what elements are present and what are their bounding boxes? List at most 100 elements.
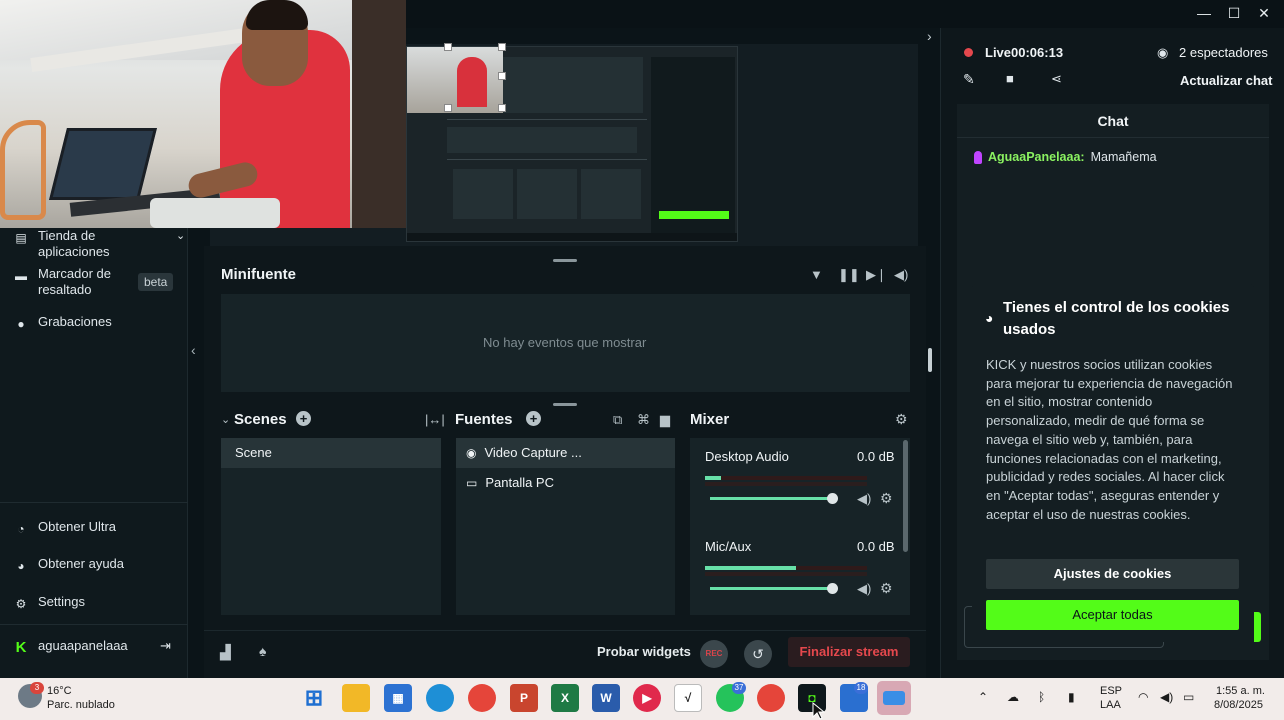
share-icon[interactable]: ⋖: [1051, 71, 1062, 87]
resize-handle[interactable]: [498, 43, 506, 51]
source-item-pantalla-pc[interactable]: ▭ Pantalla PC: [456, 468, 675, 498]
stats-icon[interactable]: ▟: [220, 644, 231, 661]
edge-icon[interactable]: [426, 684, 454, 712]
collapse-sidebar-icon[interactable]: ‹: [191, 342, 196, 358]
excel-icon[interactable]: X: [551, 684, 579, 712]
audio-meter: [705, 482, 867, 486]
camera-icon[interactable]: ■: [1006, 71, 1014, 86]
sidebar-item-help[interactable]: ◕ Obtener ayuda: [14, 556, 124, 573]
volume-icon[interactable]: ◀): [894, 267, 908, 283]
scene-transition-icon[interactable]: |↔|: [425, 412, 445, 427]
close-button[interactable]: ✕: [1252, 4, 1276, 22]
chat-username[interactable]: AguaaPanelaaa:: [988, 150, 1085, 164]
preview-nested-screen: [503, 57, 643, 113]
panel-resize-handle[interactable]: [553, 259, 577, 262]
cloud-icon[interactable]: ☁: [1007, 690, 1019, 704]
word-icon[interactable]: W: [592, 684, 620, 712]
sidebar-user[interactable]: K aguaapanelaaa: [14, 638, 128, 656]
mixer-channel-db: 0.0 dB: [857, 539, 895, 554]
chrome-profile-icon[interactable]: [757, 684, 785, 712]
preview-block: [581, 169, 641, 219]
fuentes-title: Fuentes: [455, 411, 513, 428]
resize-handle[interactable]: [498, 104, 506, 112]
sidebar-item-label: Grabaciones: [38, 314, 112, 329]
speaker-icon[interactable]: ◀): [857, 581, 871, 597]
media-player-icon[interactable]: ▶: [633, 684, 661, 712]
resize-handle[interactable]: [444, 43, 452, 51]
powerpoint-icon[interactable]: P: [510, 684, 538, 712]
language-top[interactable]: ESP: [1100, 684, 1122, 698]
sidebar-item-label: Marcador de resaltado: [38, 266, 111, 297]
store-icon: ▤: [15, 231, 27, 245]
logout-icon[interactable]: ⇥: [160, 638, 171, 654]
sidebar-item-settings[interactable]: ⚙ Settings: [14, 594, 85, 611]
sidebar-item-ultra[interactable]: ◔ Obtener Ultra: [14, 519, 116, 536]
volume-slider[interactable]: [710, 587, 832, 590]
chat-send-button[interactable]: [1254, 612, 1261, 642]
microphone-icon[interactable]: ▮: [1068, 690, 1075, 704]
panel-resize-handle[interactable]: [553, 403, 577, 406]
replay-buffer-icon[interactable]: ↺: [744, 640, 772, 668]
bell-icon[interactable]: ♠: [259, 643, 266, 659]
panel-scroll-handle[interactable]: [928, 348, 932, 372]
sidebar-item-label: Settings: [38, 594, 85, 609]
tray-chevron-up-icon[interactable]: ⌃: [978, 690, 988, 704]
weather-temp[interactable]: 16°C: [47, 684, 72, 698]
channel-gear-icon[interactable]: ⚙: [880, 580, 893, 597]
add-source-icon[interactable]: +: [526, 411, 541, 426]
scene-item[interactable]: Scene: [221, 438, 441, 468]
volume-slider-knob[interactable]: [827, 493, 838, 504]
battery-icon[interactable]: ▭: [1183, 690, 1194, 704]
edit-icon[interactable]: ✎: [963, 71, 975, 88]
skip-icon[interactable]: ▶❘: [866, 267, 887, 283]
mixer-settings-gear-icon[interactable]: ⚙: [895, 411, 908, 428]
test-widgets-button[interactable]: Probar widgets: [597, 644, 691, 659]
speaker-icon[interactable]: ◀): [857, 491, 871, 507]
filter-icon[interactable]: ▼: [810, 267, 823, 282]
store-app-icon[interactable]: ▦: [384, 684, 412, 712]
resize-handle[interactable]: [498, 72, 506, 80]
chat-text: Mamañema: [1090, 150, 1157, 164]
bluetooth-icon[interactable]: ᛒ: [1038, 690, 1045, 704]
minifuente-title: Minifuente: [221, 266, 296, 283]
end-stream-button[interactable]: Finalizar stream: [788, 637, 910, 667]
chevron-down-icon[interactable]: ⌄: [176, 228, 185, 244]
pause-icon[interactable]: ❚❚: [838, 267, 860, 283]
maximize-button[interactable]: ☐: [1222, 4, 1246, 22]
chevron-down-icon[interactable]: ⌄: [221, 413, 230, 426]
cookie-body: KICK y nuestros socios utilizan cookies …: [986, 357, 1233, 522]
resize-handle[interactable]: [444, 104, 452, 112]
collapse-chat-icon[interactable]: ›: [927, 28, 932, 44]
wifi-icon[interactable]: ◠: [1138, 690, 1148, 704]
webcam-feed: [0, 0, 406, 228]
refresh-chat-button[interactable]: Actualizar chat: [1180, 73, 1272, 88]
weather-desc[interactable]: Parc. nublado: [47, 698, 115, 712]
volume-slider-knob[interactable]: [827, 583, 838, 594]
cookie-settings-button[interactable]: Ajustes de cookies: [986, 559, 1239, 589]
add-scene-icon[interactable]: +: [296, 411, 311, 426]
sidebar-item-recordings[interactable]: ● Grabaciones: [14, 314, 112, 331]
file-explorer-icon[interactable]: [342, 684, 370, 712]
zoom-app-icon[interactable]: [877, 681, 911, 715]
minimize-button[interactable]: —: [1192, 4, 1216, 22]
sidebar-item-highlight[interactable]: ▬ Marcador de resaltado: [14, 266, 128, 298]
volume-slider[interactable]: [710, 497, 832, 500]
chrome-icon[interactable]: [468, 684, 496, 712]
source-layout-icon[interactable]: ⧉: [613, 412, 622, 428]
record-button[interactable]: REC: [700, 640, 728, 668]
clock-time[interactable]: 1:55 a. m.: [1216, 684, 1265, 698]
grapher-icon[interactable]: √: [674, 684, 702, 712]
windows-start-icon[interactable]: ⊞: [300, 684, 328, 712]
clock-date[interactable]: 8/08/2025: [1214, 698, 1263, 712]
mixer-scrollbar[interactable]: [903, 440, 908, 552]
sidebar-item-app-store[interactable]: ▤ Tienda de aplicaciones ⌄: [14, 228, 185, 260]
folder-icon[interactable]: ▆: [660, 412, 670, 428]
source-group-icon[interactable]: ⌘: [637, 412, 650, 428]
language-bottom[interactable]: LAA: [1100, 698, 1121, 712]
source-item-video-capture[interactable]: ◉ Video Capture ...: [456, 438, 675, 468]
channel-gear-icon[interactable]: ⚙: [880, 490, 893, 507]
preview-line: [447, 119, 647, 120]
scenes-title: Scenes: [234, 411, 287, 428]
cookie-accept-button[interactable]: Aceptar todas: [986, 600, 1239, 630]
volume-tray-icon[interactable]: ◀): [1160, 690, 1173, 704]
